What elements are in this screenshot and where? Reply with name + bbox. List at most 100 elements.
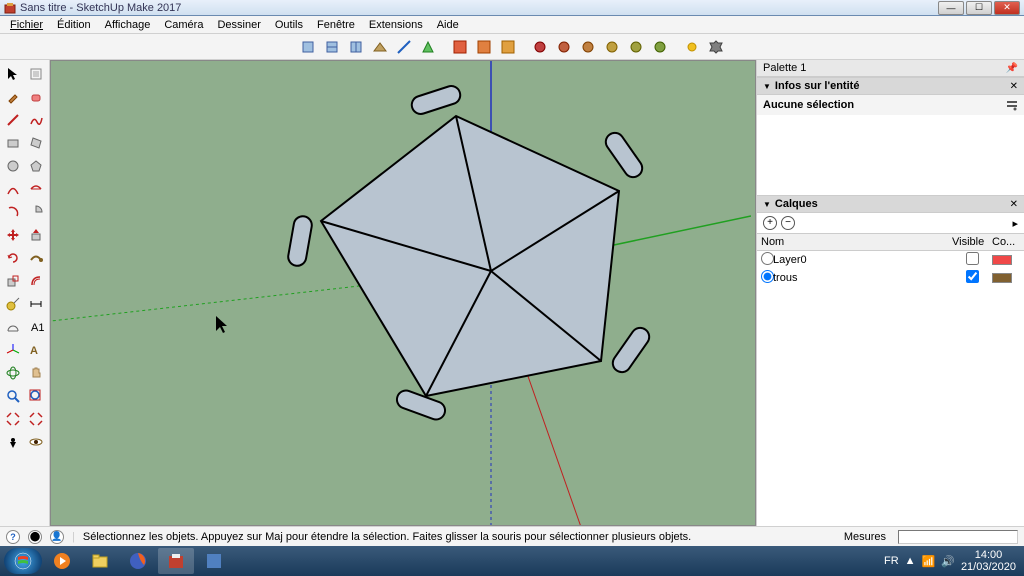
layer-row[interactable]: Layer0 <box>757 251 1024 269</box>
arc2-tool[interactable] <box>25 177 48 200</box>
chevron-down-icon: ▼ <box>763 82 771 91</box>
position-camera-tool[interactable] <box>2 430 25 453</box>
palette-pin-icon[interactable]: 📌 <box>1006 63 1018 74</box>
offset-tool[interactable] <box>25 269 48 292</box>
layers-menu-icon[interactable]: ▸ <box>1012 217 1018 230</box>
pushpull-tool[interactable] <box>25 223 48 246</box>
axes-tool[interactable] <box>2 338 25 361</box>
move-tool[interactable] <box>2 223 25 246</box>
plugin6-icon[interactable] <box>577 36 599 58</box>
pan-tool[interactable] <box>25 361 48 384</box>
tray-volume-icon[interactable]: 🔊 <box>941 555 955 568</box>
layer-row[interactable]: trous <box>757 269 1024 287</box>
left-toolbox: A1 A <box>0 60 50 526</box>
select-tool[interactable] <box>2 62 25 85</box>
line-tool[interactable] <box>2 108 25 131</box>
layers-header[interactable]: ▼ Calques ✕ <box>757 195 1024 213</box>
tray-lang[interactable]: FR <box>884 555 899 567</box>
layer-visible-checkbox[interactable] <box>966 252 979 265</box>
3dtext-tool[interactable]: A <box>25 338 48 361</box>
entity-info-header[interactable]: ▼ Infos sur l'entité ✕ <box>757 77 1024 95</box>
polygon-tool[interactable] <box>25 154 48 177</box>
entity-close-icon[interactable]: ✕ <box>1010 81 1018 92</box>
layer-color-swatch[interactable] <box>992 255 1012 265</box>
rotated-rect-tool[interactable] <box>25 131 48 154</box>
menu-dessiner[interactable]: Dessiner <box>211 18 266 32</box>
eraser-tool[interactable] <box>25 85 48 108</box>
task-sketchup-icon[interactable] <box>158 548 194 574</box>
scale-tool[interactable] <box>2 269 25 292</box>
menu-fichier[interactable]: Fichier <box>4 18 49 32</box>
plugin7-icon[interactable] <box>601 36 623 58</box>
minimize-button[interactable]: — <box>938 1 964 15</box>
arc-tool[interactable] <box>2 177 25 200</box>
layers-close-icon[interactable]: ✕ <box>1010 199 1018 210</box>
measure-input[interactable] <box>898 530 1018 544</box>
menu-extensions[interactable]: Extensions <box>363 18 429 32</box>
previous-view-tool[interactable] <box>25 407 48 430</box>
component-tool[interactable] <box>25 62 48 85</box>
task-app-icon[interactable] <box>196 548 232 574</box>
freehand-tool[interactable] <box>25 108 48 131</box>
plugin8-icon[interactable] <box>625 36 647 58</box>
viewport[interactable] <box>50 60 756 526</box>
menu-camera[interactable]: Caméra <box>158 18 209 32</box>
remove-layer-button[interactable]: − <box>781 216 795 230</box>
protractor-tool[interactable] <box>2 315 25 338</box>
solid-flat-icon[interactable] <box>369 36 391 58</box>
plugin5-icon[interactable] <box>553 36 575 58</box>
tray-network-icon[interactable]: 📶 <box>922 555 936 568</box>
menu-edition[interactable]: Édition <box>51 18 97 32</box>
text-tool[interactable]: A1 <box>25 315 48 338</box>
settings-icon[interactable] <box>705 36 727 58</box>
info-icon[interactable]: ? <box>6 530 20 544</box>
solid-cube-icon[interactable] <box>297 36 319 58</box>
plugin4-icon[interactable] <box>529 36 551 58</box>
solid-cube2-icon[interactable] <box>321 36 343 58</box>
system-tray: FR ▲ 📶 🔊 14:00 21/03/2020 <box>884 549 1020 573</box>
close-button[interactable]: ✕ <box>994 1 1020 15</box>
look-around-tool[interactable] <box>25 430 48 453</box>
credits-icon[interactable]: 👤 <box>50 530 64 544</box>
circle-tool[interactable] <box>2 154 25 177</box>
arc3-tool[interactable] <box>2 200 25 223</box>
pie-tool[interactable] <box>25 200 48 223</box>
rectangle-tool[interactable] <box>2 131 25 154</box>
zoom-window-tool[interactable] <box>2 407 25 430</box>
menu-aide[interactable]: Aide <box>431 18 465 32</box>
solid-face-icon[interactable] <box>417 36 439 58</box>
layer-color-swatch[interactable] <box>992 273 1012 283</box>
rotate-tool[interactable] <box>2 246 25 269</box>
window-title: Sans titre - SketchUp Make 2017 <box>20 2 938 14</box>
followme-tool[interactable] <box>25 246 48 269</box>
zoom-extents-tool[interactable] <box>25 384 48 407</box>
menu-affichage[interactable]: Affichage <box>99 18 157 32</box>
tray-flag-icon[interactable]: ▲ <box>905 555 916 567</box>
tray-clock[interactable]: 14:00 21/03/2020 <box>961 549 1016 573</box>
chevron-down-icon: ▼ <box>763 200 771 209</box>
paint-tool[interactable] <box>2 85 25 108</box>
plugin2-icon[interactable] <box>473 36 495 58</box>
statusbar: ? ⬤ 👤 | Sélectionnez les objets. Appuyez… <box>0 526 1024 546</box>
zoom-tool[interactable] <box>2 384 25 407</box>
task-firefox-icon[interactable] <box>120 548 156 574</box>
add-layer-button[interactable]: + <box>763 216 777 230</box>
start-button[interactable] <box>4 548 42 574</box>
sun-icon[interactable] <box>681 36 703 58</box>
entity-menu-icon[interactable] <box>1006 99 1018 111</box>
geo-icon[interactable]: ⬤ <box>28 530 42 544</box>
plugin9-icon[interactable] <box>649 36 671 58</box>
task-media-icon[interactable] <box>44 548 80 574</box>
orbit-tool[interactable] <box>2 361 25 384</box>
task-explorer-icon[interactable] <box>82 548 118 574</box>
maximize-button[interactable]: ☐ <box>966 1 992 15</box>
tape-tool[interactable] <box>2 292 25 315</box>
solid-edge-icon[interactable] <box>393 36 415 58</box>
dimension-tool[interactable] <box>25 292 48 315</box>
menu-outils[interactable]: Outils <box>269 18 309 32</box>
menu-fenetre[interactable]: Fenêtre <box>311 18 361 32</box>
solid-cube3-icon[interactable] <box>345 36 367 58</box>
layer-visible-checkbox[interactable] <box>966 270 979 283</box>
plugin3-icon[interactable] <box>497 36 519 58</box>
plugin1-icon[interactable] <box>449 36 471 58</box>
